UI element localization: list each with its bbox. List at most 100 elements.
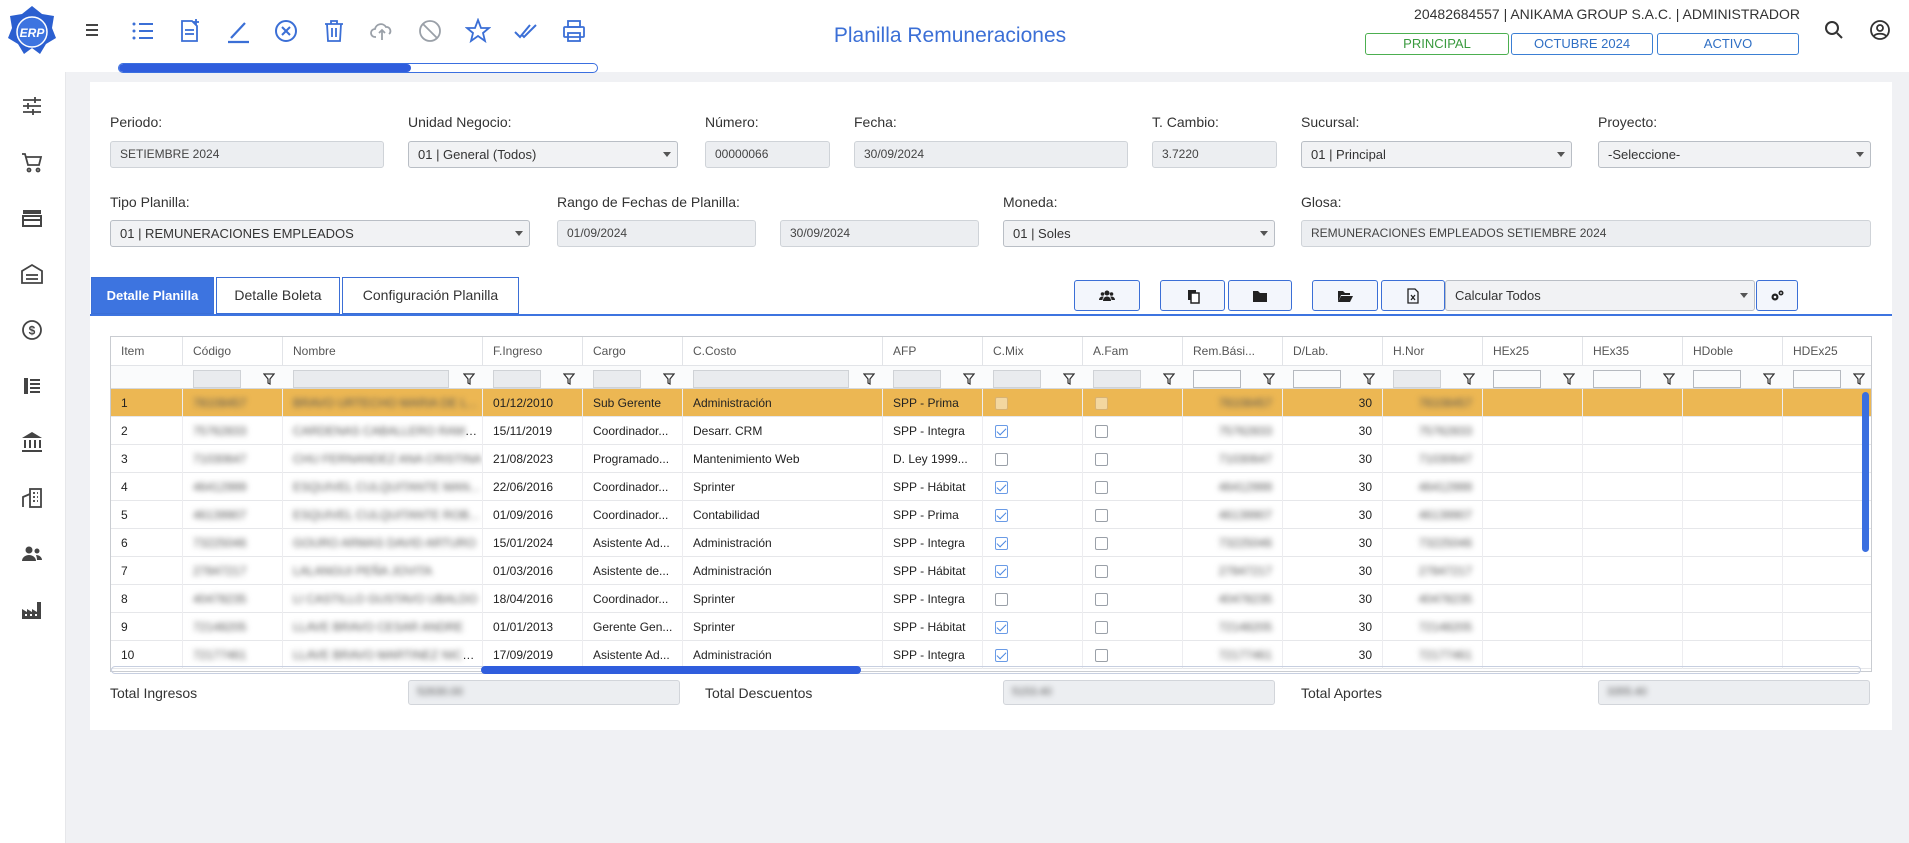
filter-icon[interactable] [262,372,276,385]
afam-checkbox[interactable] [1095,565,1108,578]
ledger-icon[interactable] [20,374,44,398]
afam-checkbox[interactable] [1095,621,1108,634]
cmix-checkbox[interactable] [995,565,1008,578]
open-folder-button[interactable] [1312,280,1378,311]
upload-cloud-icon[interactable] [365,14,399,48]
user-account-icon[interactable] [1868,18,1892,42]
filter-icon[interactable] [962,372,976,385]
column-filter-input[interactable] [1293,370,1341,388]
filter-icon[interactable] [1162,372,1176,385]
moneda-select[interactable]: 01 | Soles [1003,220,1275,247]
column-filter-input[interactable] [1693,370,1741,388]
table-row[interactable]: 5 46139907 ESQUIVEL CULQUITANTE ROB... 01/0… [111,501,1871,529]
column-filter-input[interactable] [893,370,941,388]
column-header[interactable]: Código [183,337,283,365]
disable-icon[interactable] [413,14,447,48]
column-header[interactable]: F.Ingreso [483,337,583,365]
column-header[interactable]: HEx25 [1483,337,1583,365]
column-filter-input[interactable] [1093,370,1141,388]
filter-icon[interactable] [1762,372,1776,385]
table-row[interactable]: 4 46412999 ESQUIVEL CULQUITANTE MAN... 22/0… [111,473,1871,501]
afam-checkbox[interactable] [1095,509,1108,522]
approve-icon[interactable] [509,14,543,48]
table-row[interactable]: 7 27847217 LALANGUI PEÑA JOVITA 01/03/2016 A… [111,557,1871,585]
unidad-negocio-select[interactable]: 01 | General (Todos) [408,141,678,168]
column-header[interactable]: AFP [883,337,983,365]
cancel-icon[interactable] [269,14,303,48]
table-row[interactable]: 2 75762833 CARDENAS CABALLERO RAMON 15/11/2… [111,417,1871,445]
afam-checkbox[interactable] [1095,537,1108,550]
filter-icon[interactable] [1262,372,1276,385]
settings-sliders-icon[interactable] [20,94,44,118]
currency-icon[interactable]: $ [20,318,44,342]
afam-checkbox[interactable] [1095,425,1108,438]
search-icon[interactable] [1822,18,1846,42]
cmix-checkbox[interactable] [995,481,1008,494]
bank-icon[interactable] [20,430,44,454]
employees-button[interactable] [1074,280,1140,311]
print-icon[interactable] [557,14,591,48]
copy-button[interactable] [1160,280,1225,311]
tab-configuracion-planilla[interactable]: Configuración Planilla [342,277,519,314]
numero-field[interactable]: 00000066 [705,141,830,168]
column-header[interactable]: Item [111,337,183,365]
users-icon[interactable] [20,542,44,566]
delete-icon[interactable] [317,14,351,48]
filter-icon[interactable] [1662,372,1676,385]
new-document-icon[interactable] [173,14,207,48]
table-row[interactable]: 9 72148205 LLAVE BRAVO CESAR ANDRE 01/01/20… [111,613,1871,641]
column-header[interactable]: HDEx25 [1783,337,1871,365]
cmix-checkbox[interactable] [995,397,1008,410]
folder-button[interactable] [1228,280,1292,311]
column-header[interactable]: D/Lab. [1283,337,1383,365]
column-filter-input[interactable] [193,370,241,388]
cmix-checkbox[interactable] [995,509,1008,522]
column-filter-input[interactable] [993,370,1041,388]
periodo-field[interactable]: SETIEMBRE 2024 [110,141,384,168]
filter-icon[interactable] [662,372,676,385]
sucursal-select[interactable]: 01 | Principal [1301,141,1572,168]
column-header[interactable]: Cargo [583,337,683,365]
tipo-planilla-select[interactable]: 01 | REMUNERACIONES EMPLEADOS [110,220,530,247]
filter-icon[interactable] [1852,372,1866,385]
column-filter-input[interactable] [1793,370,1841,388]
filter-icon[interactable] [462,372,476,385]
column-header[interactable]: C.Mix [983,337,1083,365]
cmix-checkbox[interactable] [995,593,1008,606]
edit-icon[interactable] [221,14,255,48]
column-header[interactable]: HDoble [1683,337,1783,365]
afam-checkbox[interactable] [1095,649,1108,662]
vertical-scrollbar[interactable] [1862,392,1869,552]
factory-icon[interactable] [20,598,44,622]
favorite-icon[interactable] [461,14,495,48]
afam-checkbox[interactable] [1095,453,1108,466]
tcambio-field[interactable]: 3.7220 [1152,141,1277,168]
column-header[interactable]: C.Costo [683,337,883,365]
fecha-field[interactable]: 30/09/2024 [854,141,1128,168]
column-filter-input[interactable] [1393,370,1441,388]
column-header[interactable]: HEx35 [1583,337,1683,365]
column-header[interactable]: H.Nor [1383,337,1483,365]
horizontal-scrollbar-track[interactable] [111,666,1861,674]
erp-logo[interactable]: ERP [6,4,58,56]
cmix-checkbox[interactable] [995,425,1008,438]
filter-icon[interactable] [1362,372,1376,385]
cmix-checkbox[interactable] [995,453,1008,466]
building-icon[interactable] [20,486,44,510]
afam-checkbox[interactable] [1095,397,1108,410]
column-filter-input[interactable] [493,370,541,388]
column-header[interactable]: Rem.Bási... [1183,337,1283,365]
column-filter-input[interactable] [1193,370,1241,388]
afam-checkbox[interactable] [1095,593,1108,606]
list-icon[interactable] [126,14,160,48]
tab-detalle-boleta[interactable]: Detalle Boleta [216,277,340,314]
filter-icon[interactable] [1462,372,1476,385]
glosa-field[interactable]: REMUNERACIONES EMPLEADOS SETIEMBRE 2024 [1301,220,1871,247]
fecha-hasta-field[interactable]: 30/09/2024 [780,220,979,247]
horizontal-scrollbar-thumb[interactable] [481,666,861,674]
column-header[interactable]: Nombre [283,337,483,365]
column-filter-input[interactable] [293,370,449,388]
filter-icon[interactable] [1062,372,1076,385]
filter-icon[interactable] [562,372,576,385]
table-row[interactable]: 1 78108457 BRAVO URTECHO MARIA DE L... 01/1… [111,389,1871,417]
